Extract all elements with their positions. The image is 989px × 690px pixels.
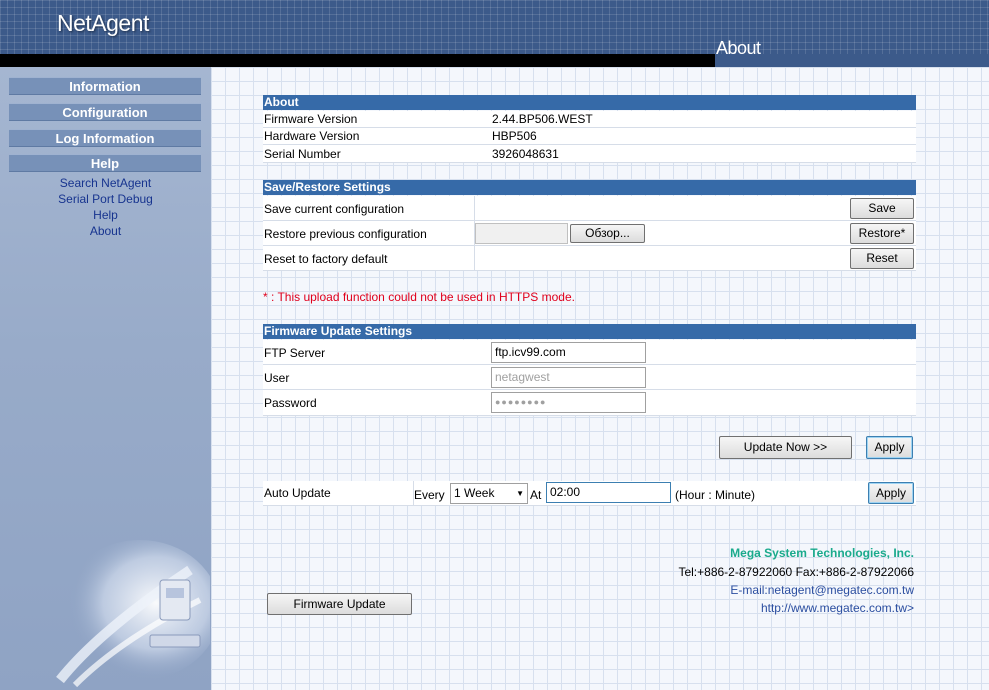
company-phone: Tel:+886-2-87922060 Fax:+886-2-87922066 xyxy=(678,565,914,579)
auto-update-row: Auto Update Every 1 Week ▼ At 02:00 (Hou… xyxy=(263,481,916,506)
firmware-update-section-title: Firmware Update Settings xyxy=(263,324,916,339)
user-label: User xyxy=(264,371,290,385)
hardware-version-value: HBP506 xyxy=(492,129,537,143)
firmware-version-label: Firmware Version xyxy=(264,112,358,126)
update-interval-select[interactable]: 1 Week ▼ xyxy=(450,483,528,504)
password-input[interactable]: ●●●●●●●● xyxy=(491,392,646,413)
header-banner: NetAgent About xyxy=(0,0,989,67)
company-email-link[interactable]: E-mail:netagent@megatec.com.tw xyxy=(730,583,914,597)
ftp-server-input[interactable]: ftp.icv99.com xyxy=(491,342,646,363)
company-name: Mega System Technologies, Inc. xyxy=(730,546,914,560)
time-format-hint: (Hour : Minute) xyxy=(675,488,756,502)
reset-label: Reset to factory default xyxy=(264,252,388,266)
ftp-server-row: FTP Server ftp.icv99.com xyxy=(263,340,916,365)
sidebar-item-log-information[interactable]: Log Information xyxy=(9,129,201,147)
update-time-input[interactable]: 02:00 xyxy=(546,482,671,503)
sidebar-link-help[interactable]: Help xyxy=(0,207,211,223)
sidebar-link-search-netagent[interactable]: Search NetAgent xyxy=(0,175,211,191)
about-section-title: About xyxy=(263,95,916,110)
at-label: At xyxy=(530,488,542,502)
column-divider xyxy=(474,196,475,220)
serial-number-value: 3926048631 xyxy=(492,147,559,161)
decorative-illustration xyxy=(56,540,210,688)
hardware-version-label: Hardware Version xyxy=(264,129,360,143)
app-logo: NetAgent xyxy=(57,10,149,36)
https-warning-text: * : This upload function could not be us… xyxy=(263,290,575,304)
firmware-apply-button[interactable]: Apply xyxy=(866,436,913,459)
sidebar-item-help[interactable]: Help xyxy=(9,154,201,172)
user-input[interactable]: netagwest xyxy=(491,367,646,388)
sidebar-item-information[interactable]: Information xyxy=(9,77,201,95)
save-label: Save current configuration xyxy=(264,202,405,216)
user-row: User netagwest xyxy=(263,365,916,390)
company-website-link[interactable]: http://www.megatec.com.tw> xyxy=(761,601,914,615)
sidebar-link-serial-port-debug[interactable]: Serial Port Debug xyxy=(0,191,211,207)
restore-file-path-field[interactable] xyxy=(475,223,568,244)
ftp-server-label: FTP Server xyxy=(264,346,326,360)
password-row: Password ●●●●●●●● xyxy=(263,390,916,416)
firmware-update-button[interactable]: Firmware Update xyxy=(267,593,412,615)
save-row: Save current configuration Save xyxy=(263,196,916,221)
auto-update-apply-button[interactable]: Apply xyxy=(868,482,914,504)
save-restore-section-title: Save/Restore Settings xyxy=(263,180,916,195)
update-interval-value: 1 Week xyxy=(454,486,495,500)
chevron-down-icon: ▼ xyxy=(516,489,524,498)
browse-button[interactable]: Обзор... xyxy=(570,224,645,243)
firmware-version-value: 2.44.BP506.WEST xyxy=(492,112,593,126)
column-divider xyxy=(474,246,475,270)
reset-button[interactable]: Reset xyxy=(850,248,914,269)
restore-label: Restore previous configuration xyxy=(264,227,427,241)
restore-row: Restore previous configuration Обзор... … xyxy=(263,221,916,246)
page-title: About xyxy=(716,38,761,58)
restore-button[interactable]: Restore* xyxy=(850,223,914,244)
save-button[interactable]: Save xyxy=(850,198,914,219)
serial-number-label: Serial Number xyxy=(264,147,341,161)
about-row-firmware-version: Firmware Version 2.44.BP506.WEST xyxy=(263,111,916,128)
update-now-button[interactable]: Update Now >> xyxy=(719,436,852,459)
password-label: Password xyxy=(264,396,317,410)
sidebar-item-configuration[interactable]: Configuration xyxy=(9,103,201,121)
header-bar xyxy=(0,54,715,67)
every-label: Every xyxy=(414,488,445,502)
reset-row: Reset to factory default Reset xyxy=(263,246,916,271)
about-row-hardware-version: Hardware Version HBP506 xyxy=(263,128,916,145)
sidebar-link-about[interactable]: About xyxy=(0,223,211,239)
auto-update-label: Auto Update xyxy=(264,486,331,500)
about-row-serial-number: Serial Number 3926048631 xyxy=(263,145,916,163)
